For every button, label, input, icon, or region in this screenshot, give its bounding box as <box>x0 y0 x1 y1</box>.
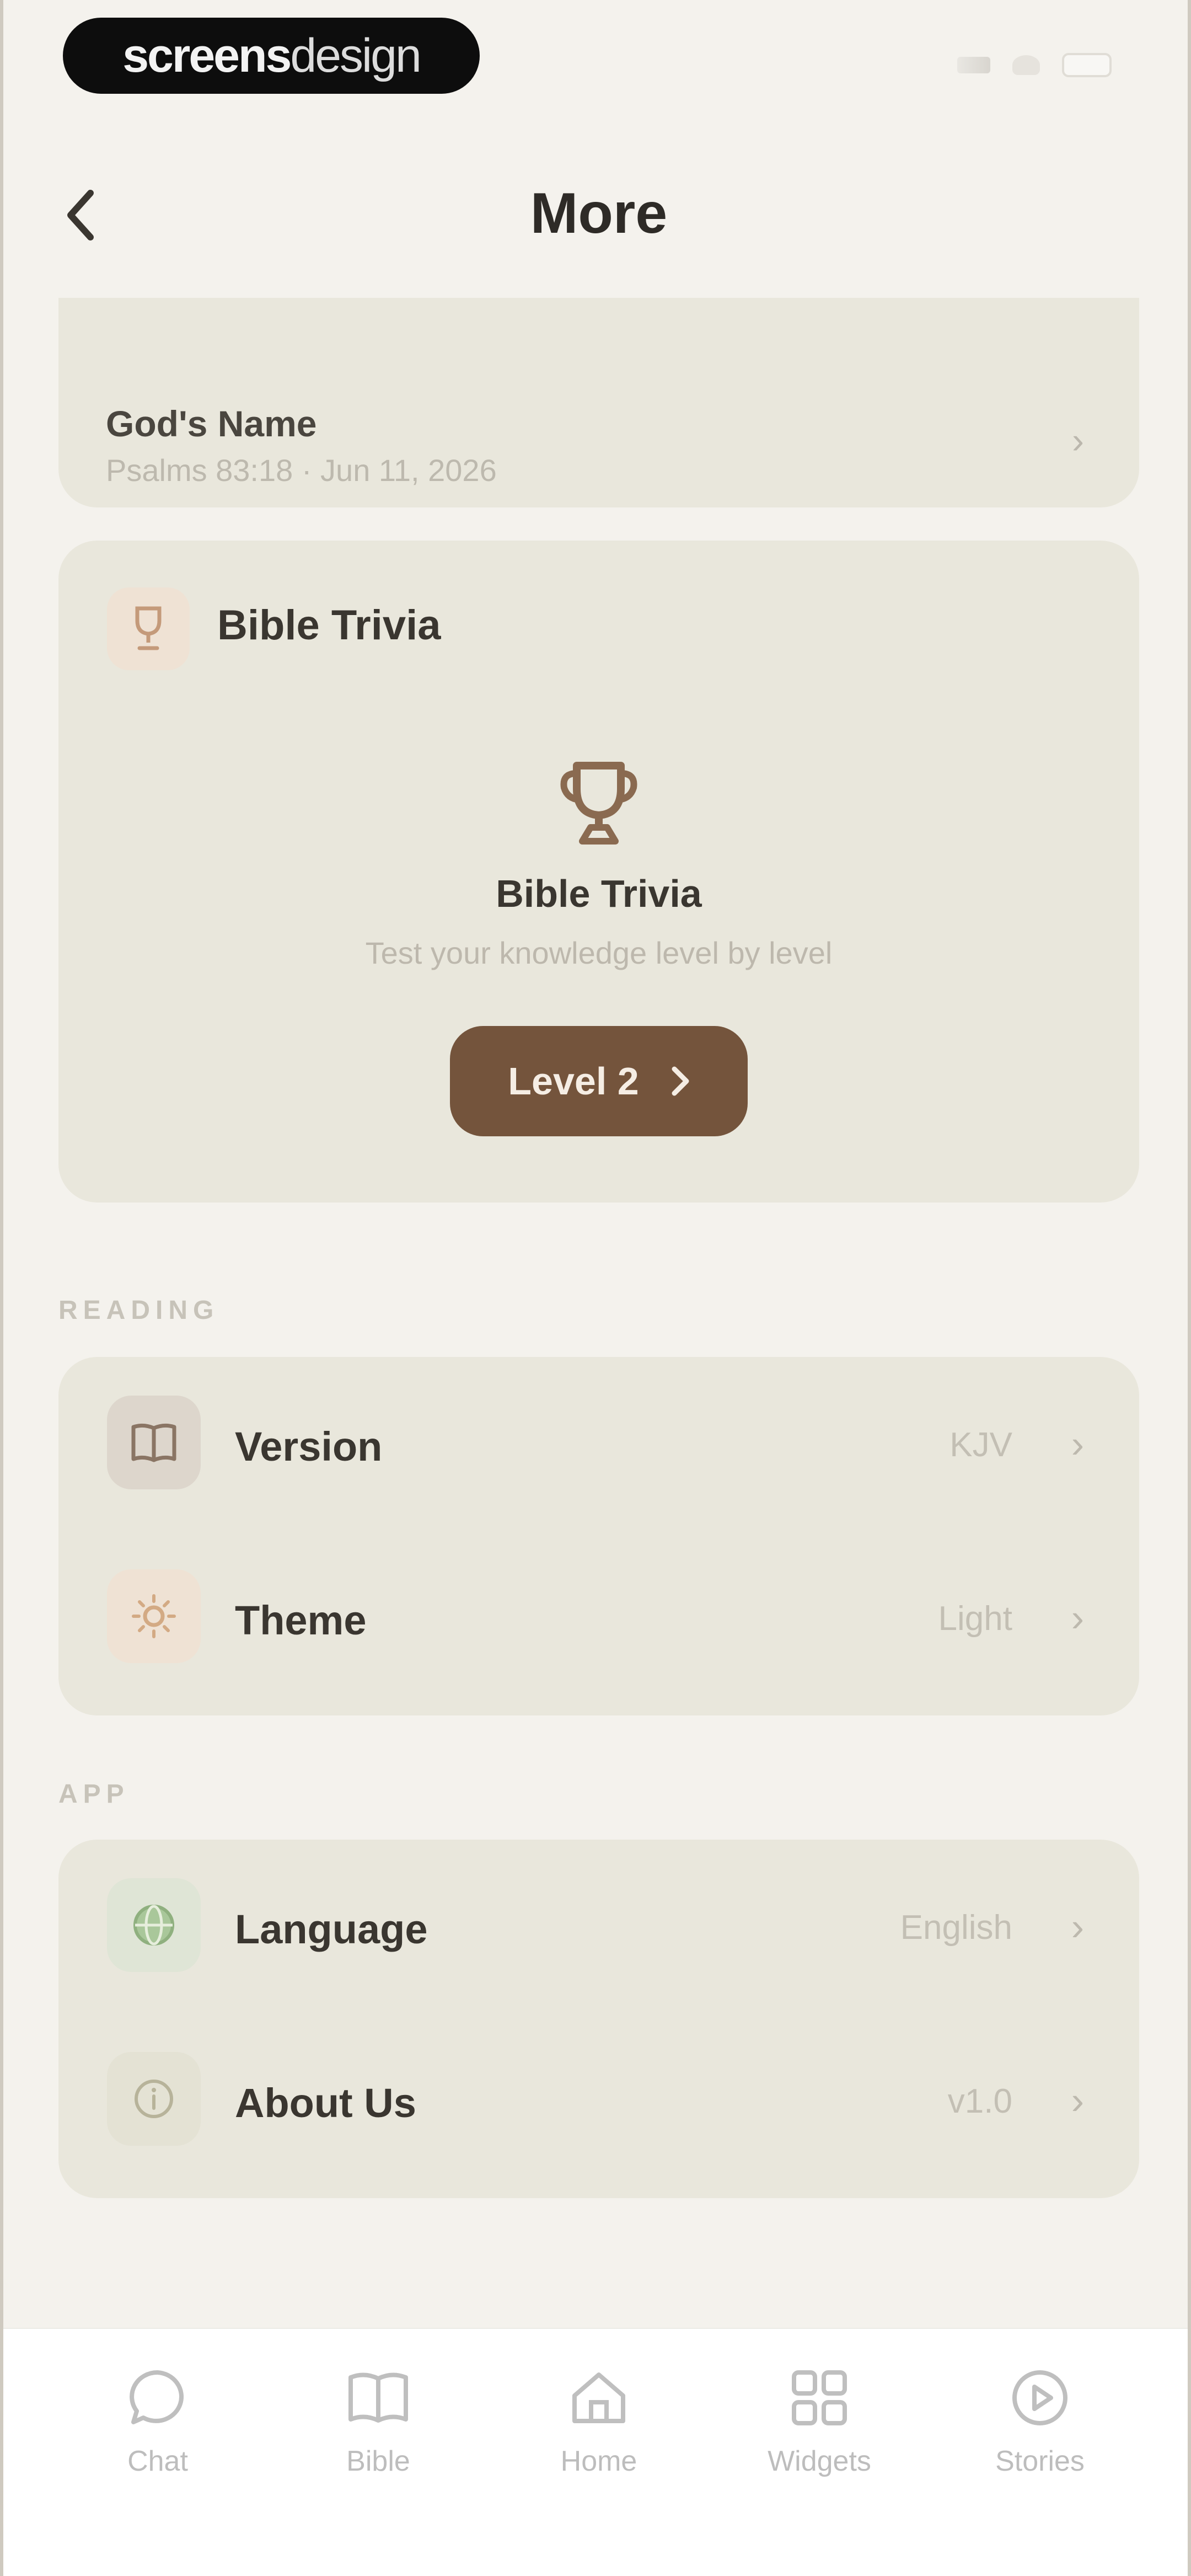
verse-card[interactable]: God's Name Psalms 83:18 · Jun 11, 2026 › <box>58 298 1139 507</box>
trivia-header-title: Bible Trivia <box>217 602 441 649</box>
tab-bar: Chat Bible Home Widgets Stories <box>3 2328 1188 2576</box>
tab-label: Bible <box>346 2445 410 2477</box>
level-button-label: Level 2 <box>508 1060 639 1103</box>
sun-icon <box>107 1569 201 1663</box>
tab-label: Home <box>560 2445 637 2477</box>
section-label-reading: READING <box>58 1296 219 1325</box>
page-title: More <box>530 181 668 245</box>
chevron-right-icon: › <box>1072 420 1084 461</box>
tab-label: Widgets <box>768 2445 871 2477</box>
book-icon <box>107 1396 201 1489</box>
trivia-title: Bible Trivia <box>496 872 702 915</box>
brand-logo: screens design <box>63 18 480 94</box>
row-theme[interactable]: Theme Light › <box>58 1531 1139 1696</box>
chevron-right-icon <box>672 1066 689 1096</box>
tab-widgets[interactable]: Widgets <box>709 2351 930 2505</box>
battery-icon <box>1062 53 1112 77</box>
chat-bubble-icon <box>122 2362 194 2434</box>
section-label-app: APP <box>58 1779 130 1809</box>
tab-bible[interactable]: Bible <box>268 2351 489 2505</box>
status-icons <box>957 53 1112 77</box>
app-card: Language English › About Us v1.0 › <box>58 1840 1139 2198</box>
tab-stories[interactable]: Stories <box>930 2351 1150 2505</box>
screen: screens design More God's Name Psalms 83:… <box>0 0 1191 2576</box>
verse-subtitle: Psalms 83:18 · Jun 11, 2026 <box>106 453 497 488</box>
row-label: About Us <box>235 2080 416 2126</box>
row-label: Version <box>235 1424 383 1469</box>
row-version[interactable]: Version KJV › <box>58 1357 1139 1522</box>
chevron-right-icon: › <box>1071 1905 1084 1948</box>
tab-chat[interactable]: Chat <box>47 2351 268 2505</box>
row-value: v1.0 <box>947 2082 1012 2120</box>
level-button[interactable]: Level 2 <box>450 1026 748 1136</box>
brand-bold: screens <box>122 29 292 82</box>
tab-label: Chat <box>127 2445 188 2477</box>
reading-card: Version KJV › Theme Light › <box>58 1357 1139 1715</box>
row-value: English <box>900 1909 1012 1947</box>
tab-label: Stories <box>995 2445 1085 2477</box>
row-value: KJV <box>949 1426 1012 1464</box>
wifi-icon <box>1012 55 1040 75</box>
trophy-icon <box>58 756 1139 849</box>
row-label: Language <box>235 1906 428 1952</box>
scroll-content[interactable]: God's Name Psalms 83:18 · Jun 11, 2026 ›… <box>3 298 1188 2328</box>
chevron-right-icon: › <box>1071 1423 1084 1466</box>
trophy-icon <box>107 587 190 670</box>
info-icon <box>107 2052 201 2146</box>
verse-title: God's Name <box>106 403 317 444</box>
book-icon <box>342 2362 414 2434</box>
globe-icon <box>107 1878 201 1972</box>
home-icon <box>563 2362 635 2434</box>
row-about-us[interactable]: About Us v1.0 › <box>58 2013 1139 2179</box>
brand-light: design <box>290 29 421 82</box>
chevron-right-icon: › <box>1071 1596 1084 1639</box>
row-label: Theme <box>235 1597 367 1643</box>
row-language[interactable]: Language English › <box>58 1840 1139 2005</box>
nav-bar: More <box>3 165 1188 265</box>
tab-home[interactable]: Home <box>489 2351 709 2505</box>
grid-icon <box>784 2362 855 2434</box>
chevron-right-icon: › <box>1071 2079 1084 2122</box>
row-value: Light <box>938 1600 1012 1638</box>
signal-icon <box>957 57 990 73</box>
status-bar: screens design <box>3 0 1188 110</box>
trivia-description: Test your knowledge level by level <box>365 936 833 970</box>
play-circle-icon <box>1004 2362 1076 2434</box>
trivia-card: Bible Trivia Bible Trivia Test your know… <box>58 541 1139 1203</box>
